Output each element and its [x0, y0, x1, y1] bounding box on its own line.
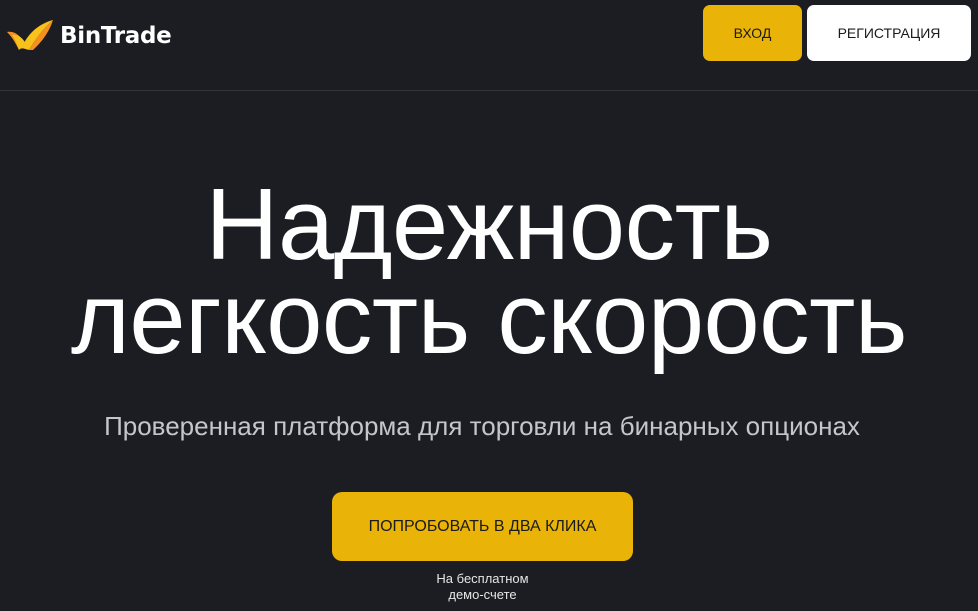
- hero-title: Надежность легкость скорость: [0, 169, 978, 375]
- site-header: BinTrade ВХОД РЕГИСТРАЦИЯ: [0, 0, 978, 91]
- try-demo-button[interactable]: ПОПРОБОВАТЬ В ДВА КЛИКА: [332, 492, 633, 561]
- brand-logo[interactable]: BinTrade: [6, 16, 172, 56]
- demo-account-note: На бесплатном демо-счете: [382, 571, 583, 603]
- demo-note-line-2: демо-счете: [448, 587, 517, 602]
- hero-subtitle: Проверенная платформа для торговли на би…: [104, 411, 860, 441]
- login-button[interactable]: ВХОД: [703, 5, 802, 61]
- hero-title-line-1: Надежность: [205, 169, 773, 281]
- register-button[interactable]: РЕГИСТРАЦИЯ: [807, 5, 971, 61]
- bintrade-logo-icon: [7, 20, 53, 50]
- demo-note-line-1: На бесплатном: [436, 571, 529, 586]
- hero-title-line-2: легкость скорость: [70, 263, 908, 375]
- brand-name: BinTrade: [60, 23, 172, 49]
